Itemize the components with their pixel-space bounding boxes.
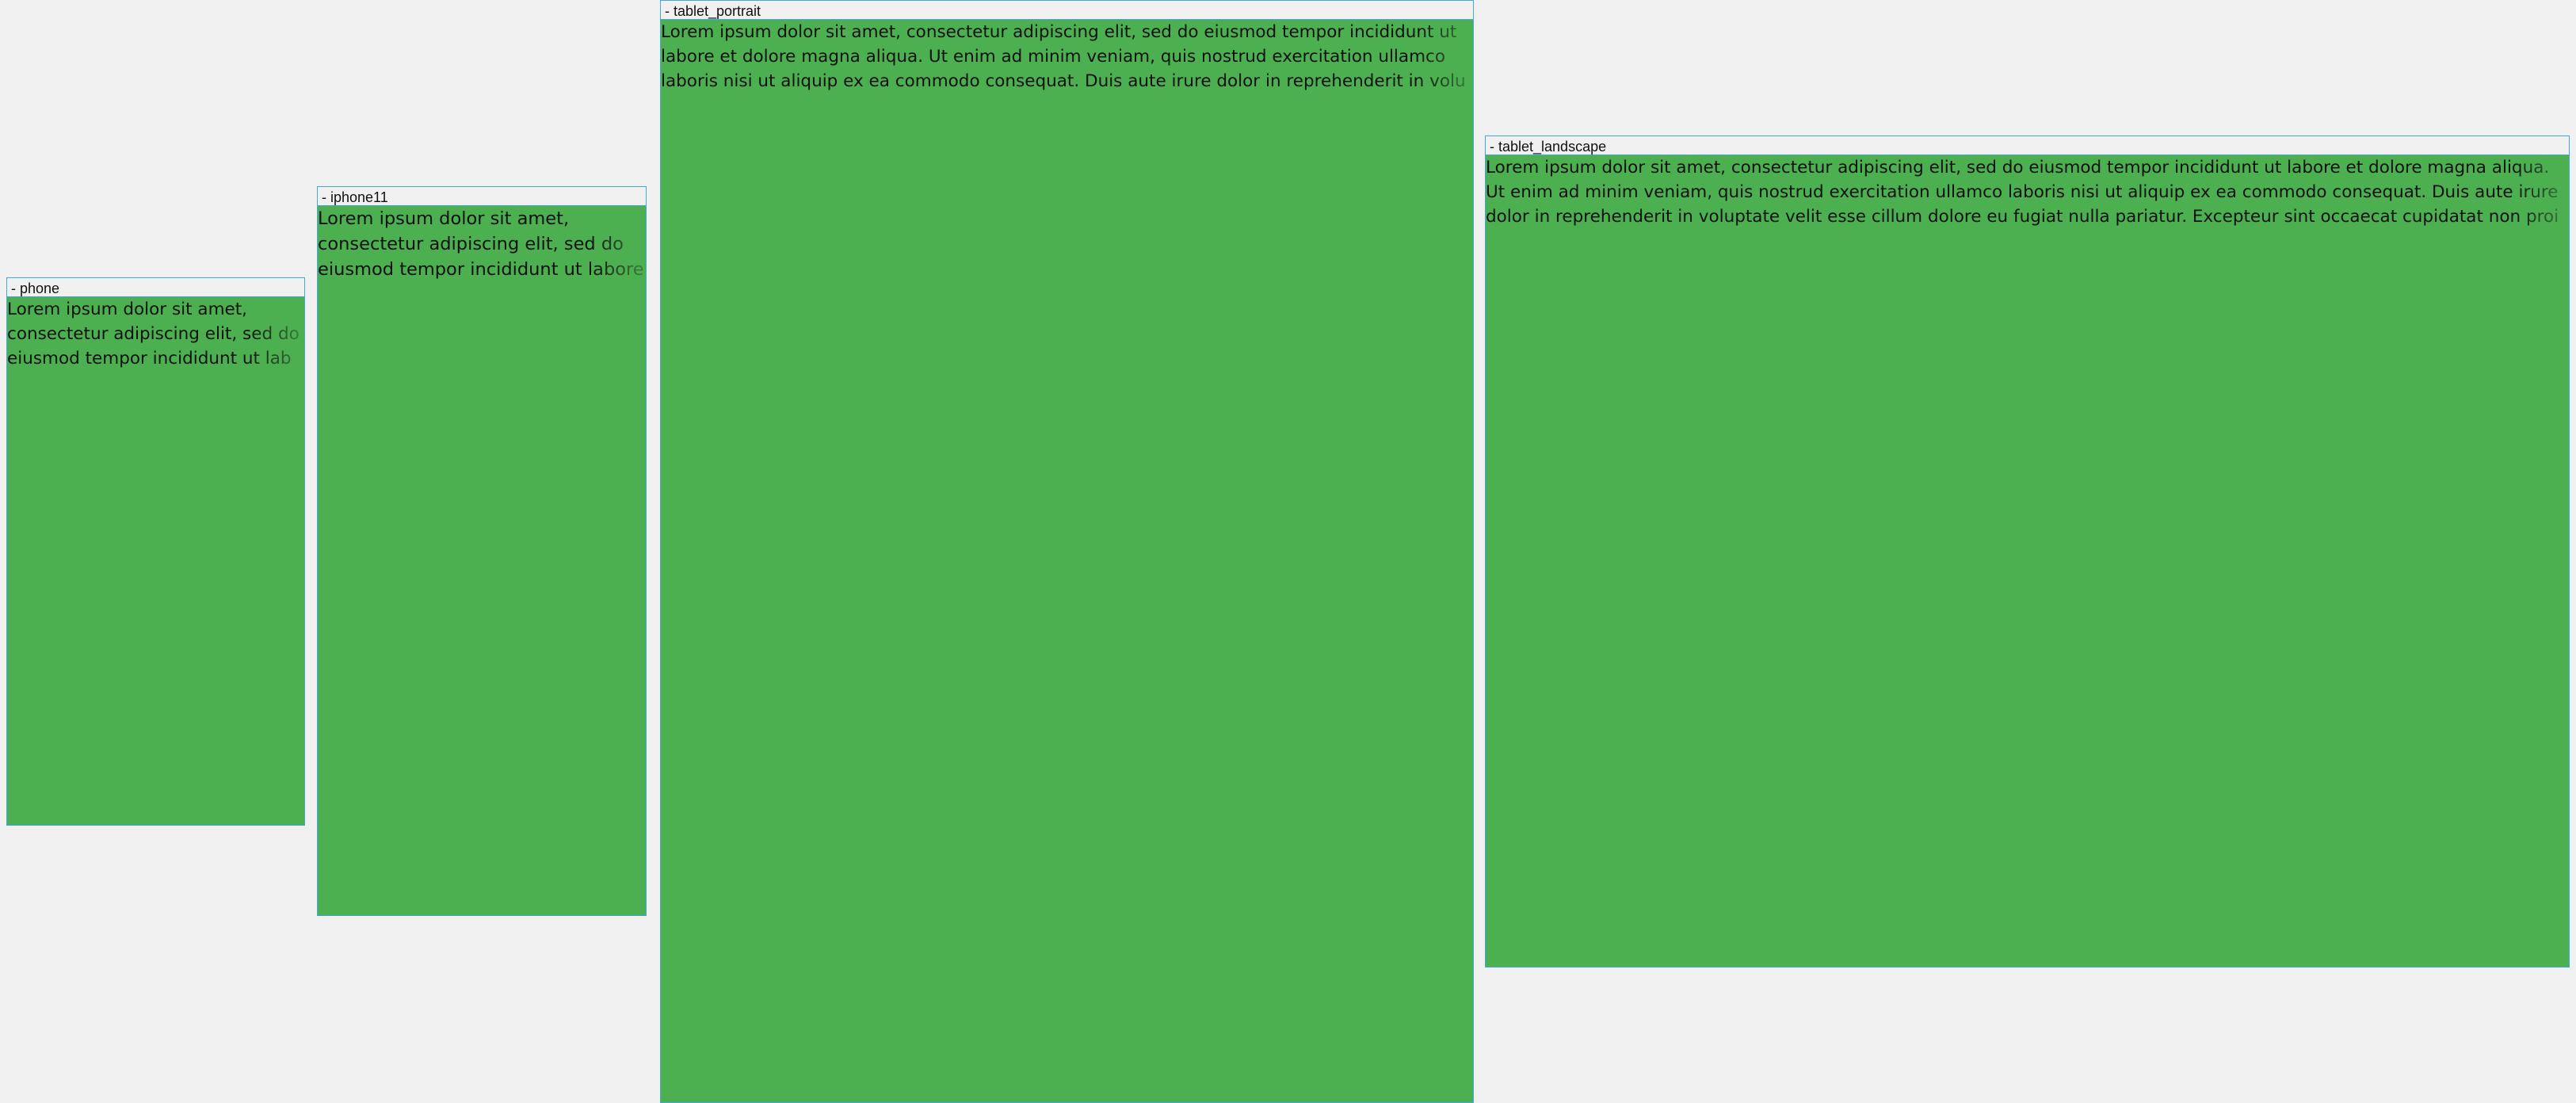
frame-body-tablet-portrait: Lorem ipsum dolor sit amet, consectetur … — [660, 20, 1474, 1103]
device-frame-phone: - phone Lorem ipsum dolor sit amet, cons… — [6, 277, 305, 826]
lorem-text-phone: Lorem ipsum dolor sit amet, consectetur … — [7, 300, 300, 368]
device-frame-tablet-portrait: - tablet_portrait Lorem ipsum dolor sit … — [660, 0, 1474, 1103]
device-frame-iphone11: - iphone11 Lorem ipsum dolor sit amet, c… — [317, 186, 647, 916]
frame-label-tablet-landscape: - tablet_landscape — [1485, 135, 2570, 155]
device-frame-tablet-landscape: - tablet_landscape Lorem ipsum dolor sit… — [1485, 135, 2570, 968]
lorem-text-tablet-landscape: Lorem ipsum dolor sit amet, consectetur … — [1486, 158, 2559, 227]
frame-label-tablet-portrait: - tablet_portrait — [660, 0, 1474, 20]
frame-body-tablet-landscape: Lorem ipsum dolor sit amet, consectetur … — [1485, 155, 2570, 968]
frame-label-phone: - phone — [6, 277, 305, 297]
lorem-text-tablet-portrait: Lorem ipsum dolor sit amet, consectetur … — [661, 22, 1466, 91]
frame-body-phone: Lorem ipsum dolor sit amet, consectetur … — [6, 297, 305, 826]
lorem-text-iphone11: Lorem ipsum dolor sit amet, consectetur … — [318, 208, 644, 280]
frame-label-iphone11: - iphone11 — [317, 186, 647, 206]
frame-body-iphone11: Lorem ipsum dolor sit amet, consectetur … — [317, 206, 647, 916]
